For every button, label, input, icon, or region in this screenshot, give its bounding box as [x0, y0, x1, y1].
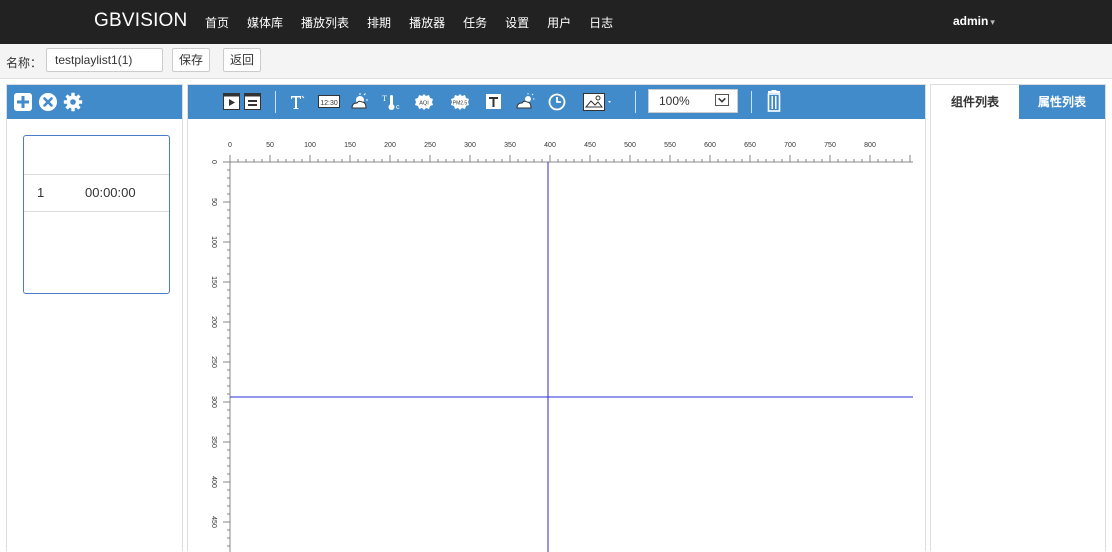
zoom-value: 100%	[659, 94, 690, 108]
nav-media-library[interactable]: 媒体库	[247, 14, 283, 31]
plus-icon[interactable]	[13, 92, 33, 112]
nav-schedule[interactable]: 排期	[367, 14, 391, 31]
gear-icon[interactable]	[63, 92, 83, 112]
ruler-label: 100	[210, 236, 217, 248]
save-button[interactable]: 保存	[172, 48, 211, 72]
nav-users[interactable]: 用户	[547, 14, 571, 31]
main-nav: 首页 媒体库 播放列表 排期 播放器 任务 设置 用户 日志	[196, 0, 622, 44]
ruler-label: 250	[210, 356, 217, 368]
clock-icon[interactable]	[548, 93, 566, 111]
ruler-label: 350	[504, 142, 516, 149]
clock-digital-icon[interactable]: 12:30	[318, 93, 340, 110]
ruler-label: 600	[704, 142, 716, 149]
caret-down-icon: ▾	[990, 17, 995, 27]
properties-panel-header: 组件列表 属性列表	[931, 85, 1105, 119]
canvas-rulers: 0 50 100 150 200 250 300 350 400 450 500 550 600 650 7…	[210, 142, 913, 552]
ruler-label: 400	[544, 142, 556, 149]
nav-playlist[interactable]: 播放列表	[301, 14, 349, 31]
ruler-label: 200	[384, 142, 396, 149]
properties-panel: 组件列表 属性列表	[930, 84, 1106, 551]
ruler-label: 50	[266, 142, 274, 149]
tab-property-list[interactable]: 属性列表	[1019, 85, 1105, 119]
ruler-label: 800	[864, 142, 876, 149]
back-button[interactable]: 返回	[223, 48, 262, 72]
name-toolbar: 名称： 保存 返回	[0, 44, 1112, 79]
aqi-icon[interactable]: AQI	[414, 93, 434, 111]
name-label: 名称：	[6, 56, 43, 70]
video-icon[interactable]	[223, 93, 240, 110]
horizontal-ruler: 0 50 100 150 200 250 300 350 400 450 500 550 600 650 7…	[228, 142, 911, 162]
ruler-label: 100	[304, 142, 316, 149]
ruler-label: 450	[210, 516, 217, 528]
ruler-label: 350	[210, 436, 217, 448]
text-box-icon[interactable]	[485, 93, 503, 111]
ruler-label: 200	[210, 316, 217, 328]
ruler-label: 250	[424, 142, 436, 149]
ruler-label: 150	[210, 276, 217, 288]
ruler-label: 500	[624, 142, 636, 149]
toolbar-divider	[751, 91, 752, 113]
ruler-label: 300	[464, 142, 476, 149]
playlist-row-index: 1	[37, 185, 45, 200]
toolbar-divider	[275, 91, 276, 113]
ruler-label: 50	[210, 198, 217, 206]
svg-text:T: T	[382, 94, 387, 103]
playlist-item-card[interactable]: 1 00:00:00	[23, 135, 170, 294]
nav-log[interactable]: 日志	[589, 14, 613, 31]
nav-task[interactable]: 任务	[463, 14, 487, 31]
delete-icon[interactable]	[766, 90, 782, 112]
design-canvas[interactable]: 0 50 100 150 200 250 300 350 400 450 500 550 600 650 7…	[188, 119, 925, 552]
top-navbar: GBVISION 首页 媒体库 播放列表 排期 播放器 任务 设置 用户 日志 …	[0, 0, 1112, 44]
ruler-label: 550	[664, 142, 676, 149]
nav-home[interactable]: 首页	[205, 14, 229, 31]
text-icon[interactable]	[288, 93, 306, 111]
svg-text:PM2.5: PM2.5	[453, 101, 468, 107]
ruler-label: 0	[228, 142, 232, 149]
svg-text:12:30: 12:30	[320, 100, 338, 107]
weather-cloud-icon[interactable]	[515, 93, 535, 111]
tab-component-list[interactable]: 组件列表	[931, 85, 1019, 119]
ruler-label: 150	[344, 142, 356, 149]
nav-player[interactable]: 播放器	[409, 14, 445, 31]
ruler-label: 450	[584, 142, 596, 149]
toolbar-divider	[635, 91, 636, 113]
nav-settings[interactable]: 设置	[505, 14, 529, 31]
svg-text:AQI: AQI	[419, 101, 429, 107]
image-icon[interactable]	[583, 93, 617, 113]
chevron-down-icon	[715, 94, 729, 106]
text-list-icon[interactable]	[244, 93, 261, 110]
playlist-row[interactable]: 1 00:00:00	[24, 174, 169, 212]
ruler-label: 0	[210, 160, 217, 164]
playlist-row-duration: 00:00:00	[85, 185, 136, 200]
ruler-label: 750	[824, 142, 836, 149]
user-name: admin	[953, 14, 989, 28]
ruler-label: 400	[210, 476, 217, 488]
brand-logo[interactable]: GBVISION	[94, 10, 187, 32]
close-circle-icon[interactable]	[38, 92, 58, 112]
playlist-name-input[interactable]	[46, 48, 163, 72]
pm25-icon[interactable]: PM2.5	[450, 93, 470, 111]
zoom-select[interactable]: 100%	[648, 89, 738, 113]
playlist-panel-header	[7, 85, 182, 119]
ruler-label: 700	[784, 142, 796, 149]
ruler-label: 300	[210, 396, 217, 408]
temperature-icon[interactable]: Tc	[382, 93, 402, 111]
widget-toolbar: 12:30 Tc AQI PM2.5 100%	[188, 85, 925, 119]
vertical-ruler: 0 50 100 150 200 250 300 350 400 450	[210, 160, 230, 547]
ruler-label: 650	[744, 142, 756, 149]
playlist-panel: 1 00:00:00	[6, 84, 183, 551]
svg-text:c: c	[396, 104, 400, 111]
user-menu[interactable]: admin ▾	[953, 14, 995, 28]
weather-icon[interactable]	[348, 93, 370, 111]
canvas-panel: 12:30 Tc AQI PM2.5 100% 0 50 100 150 200 250 3…	[187, 84, 926, 552]
